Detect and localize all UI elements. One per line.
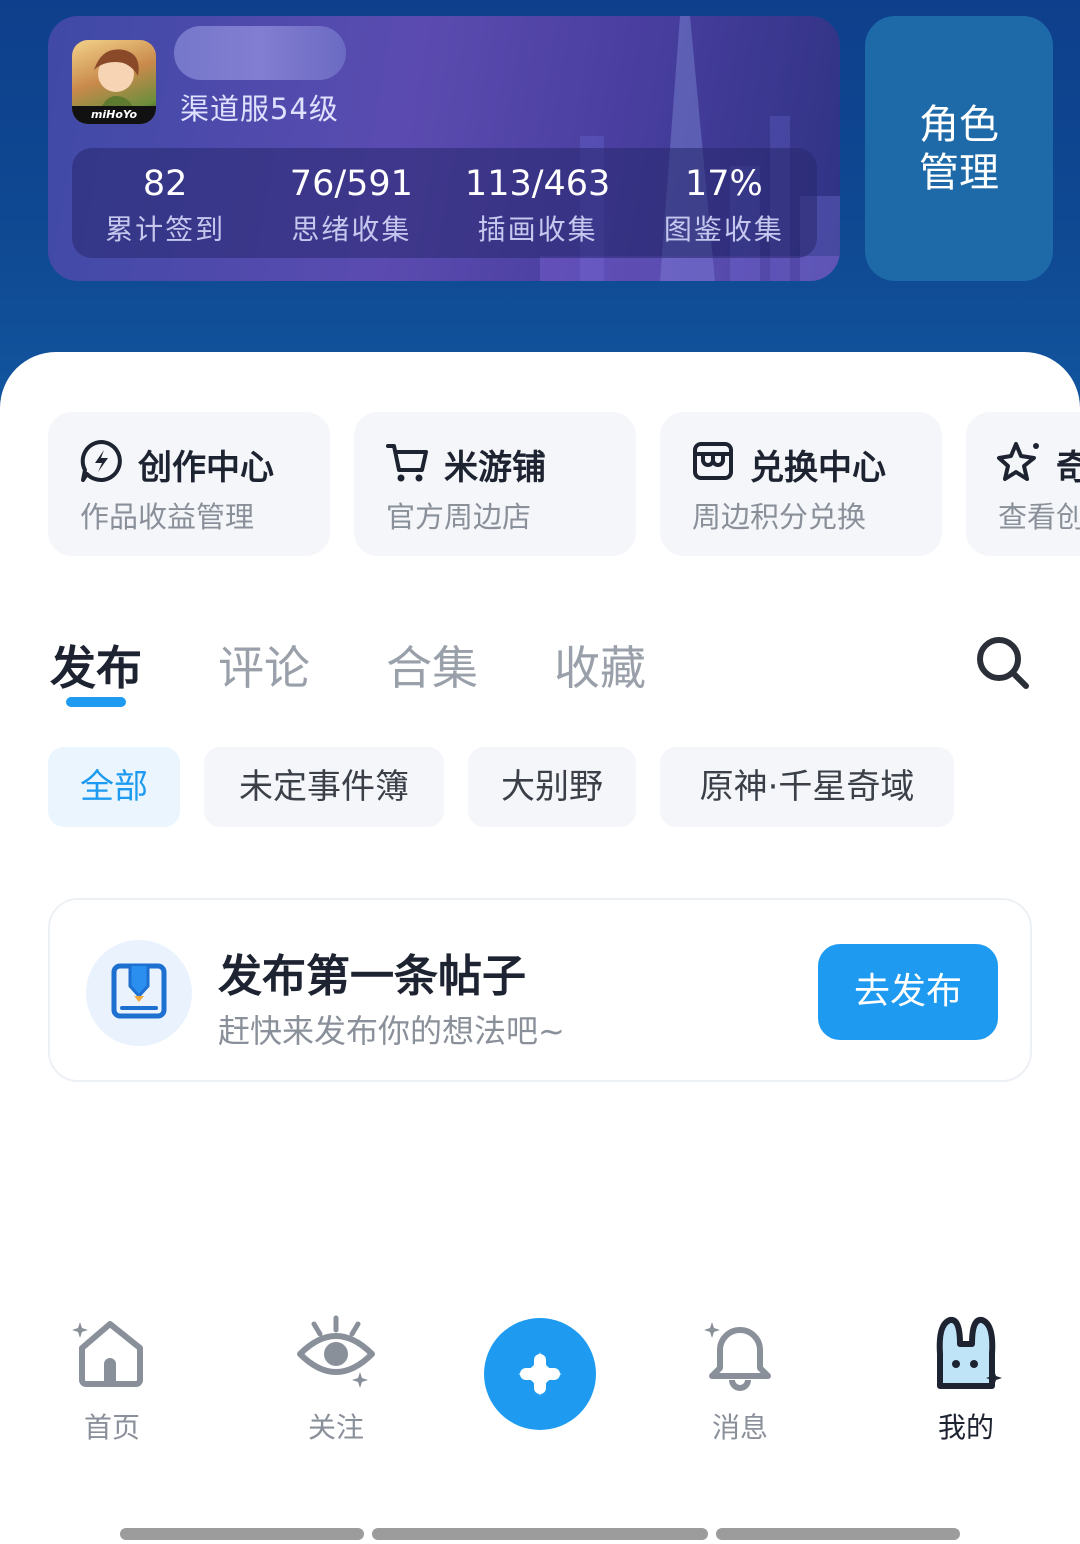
system-gesture-bar-right (716, 1528, 960, 1540)
stat-value: 17% (684, 164, 763, 204)
tab-publish[interactable]: 发布 (50, 632, 142, 698)
search-icon[interactable] (972, 632, 1032, 692)
eye-icon (297, 1315, 375, 1388)
home-icon (72, 1321, 143, 1387)
tab-favorites[interactable]: 收藏 (554, 632, 646, 698)
chip-tears-of-themis[interactable]: 未定事件簿 (204, 747, 444, 827)
nav-me[interactable]: 我的 (906, 1310, 1026, 1446)
shortcut-mihoyo-shop[interactable]: 米游铺 官方周边店 (354, 412, 636, 556)
stat-label: 思绪收集 (291, 213, 412, 246)
stats-bar: 82 累计签到 76/591 思绪收集 113/463 插画收集 17% 图鉴收… (72, 148, 817, 258)
shop-icon (693, 442, 733, 480)
stat-checkin[interactable]: 82 累计签到 (72, 148, 258, 258)
nav-home[interactable]: 首页 (52, 1310, 172, 1446)
level-text: 渠道服54级 (180, 92, 339, 126)
go-publish-button[interactable]: 去发布 (818, 944, 998, 1040)
create-post-button[interactable] (484, 1318, 596, 1430)
post-pen-icon (86, 940, 192, 1046)
shortcut-creator-center[interactable]: 创作中心 作品收益管理 (48, 412, 330, 556)
active-tab-indicator (66, 697, 126, 707)
shortcut-title: 兑换中心 (750, 448, 886, 488)
chip-all[interactable]: 全部 (48, 747, 180, 827)
bell-icon (704, 1322, 771, 1391)
nav-label: 首页 (83, 1411, 140, 1444)
shortcut-subtitle: 官方周边店 (386, 500, 532, 534)
system-gesture-bar-left (120, 1528, 364, 1540)
shortcut-subtitle: 作品收益管理 (80, 500, 255, 534)
bottom-navigation: 首页 关注 消息 我的 (0, 1300, 1080, 1460)
chip-villa[interactable]: 大别野 (468, 747, 636, 827)
nickname-blurred (174, 26, 346, 80)
post-subtitle: 赶快来发布你的想法吧~ (218, 1012, 565, 1050)
post-title: 发布第一条帖子 (218, 951, 526, 1002)
role-management-button[interactable]: 角色 管理 (865, 16, 1053, 281)
lightning-bubble-icon (80, 440, 122, 482)
stat-label: 图鉴收集 (663, 213, 784, 246)
shortcut-title: 米游铺 (444, 448, 546, 488)
shortcut-subtitle: 查看创 (998, 500, 1080, 534)
tab-comments[interactable]: 评论 (218, 632, 310, 698)
shortcut-row[interactable]: 创作中心 作品收益管理 米游铺 官方周边店 兑换中心 周边积分兑换 奇 查看创 (48, 412, 1080, 556)
game-icon: miHoYo (72, 40, 156, 124)
shortcut-title: 奇 (1056, 448, 1080, 488)
shortcut-title: 创作中心 (138, 448, 274, 488)
stat-value: 82 (142, 164, 188, 204)
system-gesture-bar-center (372, 1528, 708, 1540)
shortcut-partial[interactable]: 奇 查看创 (966, 412, 1080, 556)
shortcut-subtitle: 周边积分兑换 (692, 500, 867, 534)
nav-label: 我的 (937, 1411, 994, 1444)
bunny-icon (936, 1316, 1002, 1389)
nav-messages[interactable]: 消息 (680, 1310, 800, 1446)
stat-value: 76/591 (289, 164, 413, 204)
stat-codex[interactable]: 17% 图鉴收集 (631, 148, 817, 258)
nav-follow[interactable]: 关注 (276, 1310, 396, 1446)
game-record-card[interactable]: miHoYo 渠道服54级 82 累计签到 76/591 思绪收集 113/46… (48, 16, 840, 281)
stat-illustrations[interactable]: 113/463 插画收集 (445, 148, 631, 258)
nav-label: 消息 (711, 1411, 768, 1444)
first-post-card: 发布第一条帖子 赶快来发布你的想法吧~ 去发布 (48, 898, 1032, 1082)
stat-label: 插画收集 (477, 213, 598, 246)
stat-value: 113/463 (464, 164, 611, 204)
stat-label: 累计签到 (105, 213, 226, 246)
shortcut-exchange-center[interactable]: 兑换中心 周边积分兑换 (660, 412, 942, 556)
sparkle-icon (997, 442, 1039, 481)
role-button-line2: 管理 (919, 149, 999, 196)
game-brand-label: miHoYo (72, 106, 156, 124)
tab-collections[interactable]: 合集 (386, 632, 478, 698)
chip-genshin-miliastra[interactable]: 原神·千星奇域 (660, 747, 954, 827)
role-button-line1: 角色 (919, 101, 999, 148)
nav-label: 关注 (307, 1411, 364, 1444)
stat-thoughts[interactable]: 76/591 思绪收集 (258, 148, 444, 258)
cart-icon (386, 444, 428, 482)
plus-icon (518, 1352, 562, 1396)
